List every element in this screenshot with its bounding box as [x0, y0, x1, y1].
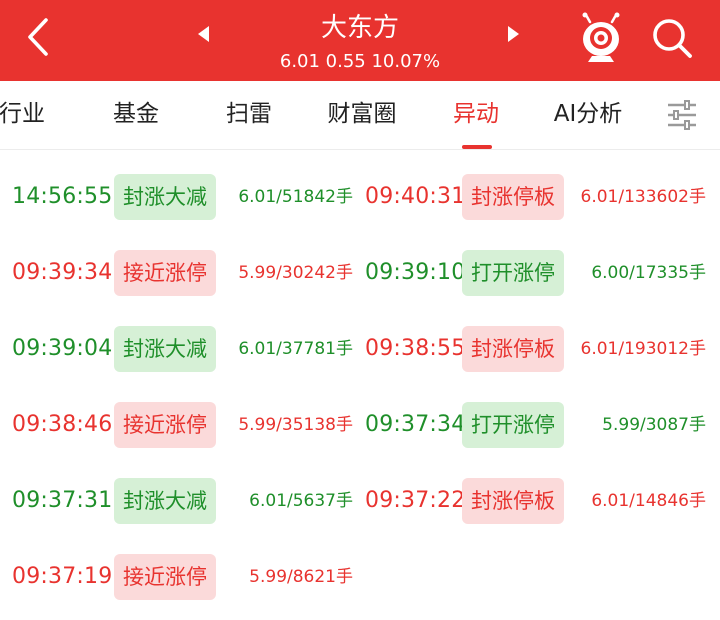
activity-time: 09:39:34	[12, 260, 113, 285]
activity-time: 09:37:22	[365, 488, 466, 513]
activity-item[interactable]: 09:39:10 打开涨停 6.00/17335手	[0, 250, 720, 296]
activity-time: 09:40:31	[365, 184, 466, 209]
activity-time: 09:37:34	[365, 412, 466, 437]
activity-type-badge: 封涨大减	[114, 326, 216, 372]
activity-item[interactable]: 09:37:22 封涨停板 6.01/14846手	[0, 478, 720, 524]
next-stock-arrow-icon[interactable]	[508, 26, 519, 42]
back-chevron-icon	[28, 18, 48, 56]
activity-price-volume: 6.01/133602手	[580, 187, 706, 207]
activity-time: 09:39:04	[12, 336, 113, 361]
activity-type-badge: 封涨停板	[462, 478, 564, 524]
activity-item[interactable]: 09:37:34 打开涨停 5.99/3087手	[0, 402, 720, 448]
activity-item[interactable]: 09:38:46 接近涨停 5.99/35138手	[0, 402, 720, 448]
back-button[interactable]	[18, 14, 58, 60]
tab-wealth-circle[interactable]: 财富圈	[328, 99, 397, 129]
activity-time: 09:39:10	[365, 260, 466, 285]
stock-header: 大东方 6.01 0.55 10.07%	[0, 0, 720, 81]
stock-name: 大东方	[320, 13, 399, 43]
activity-time: 09:37:31	[12, 488, 113, 513]
activity-time: 09:38:46	[12, 412, 113, 437]
activity-price-volume: 6.00/17335手	[591, 263, 706, 283]
activity-type-badge: 接近涨停	[114, 250, 216, 296]
tab-settings-sliders-icon[interactable]	[666, 99, 698, 131]
tab-industry[interactable]: 行业	[0, 99, 45, 129]
activity-type-badge: 打开涨停	[462, 250, 564, 296]
activity-item[interactable]: 09:39:04 封涨大减 6.01/37781手	[0, 326, 720, 372]
activity-item[interactable]: 09:37:31 封涨大减 6.01/5637手	[0, 478, 720, 524]
activity-item[interactable]: 09:37:19 接近涨停 5.99/8621手	[0, 554, 720, 600]
activity-type-badge: 封涨停板	[462, 326, 564, 372]
activity-time: 14:56:55	[12, 184, 113, 209]
activity-price-volume: 5.99/8621手	[249, 567, 353, 587]
activity-type-badge: 打开涨停	[462, 402, 564, 448]
activity-price-volume: 5.99/30242手	[238, 263, 353, 283]
robot-assistant-icon[interactable]	[578, 12, 624, 64]
active-tab-indicator	[462, 145, 492, 149]
activity-time: 09:37:19	[12, 564, 113, 589]
tab-fund[interactable]: 基金	[113, 99, 159, 129]
activity-price-volume: 6.01/14846手	[591, 491, 706, 511]
activity-time: 09:38:55	[365, 336, 466, 361]
tab-unusual-activity[interactable]: 异动	[453, 99, 499, 129]
tab-risk-scan[interactable]: 扫雷	[226, 99, 272, 129]
activity-type-badge: 接近涨停	[114, 554, 216, 600]
search-icon[interactable]	[648, 14, 696, 62]
activity-price-volume: 6.01/51842手	[238, 187, 353, 207]
stock-quote: 6.01 0.55 10.07%	[279, 51, 441, 72]
activity-item[interactable]: 09:39:34 接近涨停 5.99/30242手	[0, 250, 720, 296]
activity-type-badge: 接近涨停	[114, 402, 216, 448]
activity-price-volume: 5.99/35138手	[238, 415, 353, 435]
activity-price-volume: 6.01/5637手	[249, 491, 353, 511]
activity-price-volume: 5.99/3087手	[602, 415, 706, 435]
activity-price-volume: 6.01/37781手	[238, 339, 353, 359]
activity-item[interactable]: 14:56:55 封涨大减 6.01/51842手	[0, 174, 720, 220]
activity-item[interactable]: 09:38:55 封涨停板 6.01/193012手	[0, 326, 720, 372]
activity-item[interactable]: 09:40:31 封涨停板 6.01/133602手	[0, 174, 720, 220]
activity-type-badge: 封涨大减	[114, 174, 216, 220]
activity-type-badge: 封涨大减	[114, 478, 216, 524]
tab-bar: 行业 基金 扫雷 财富圈 异动 AI分析	[0, 81, 720, 150]
activity-price-volume: 6.01/193012手	[580, 339, 706, 359]
tab-ai-analysis[interactable]: AI分析	[554, 99, 623, 129]
activity-type-badge: 封涨停板	[462, 174, 564, 220]
